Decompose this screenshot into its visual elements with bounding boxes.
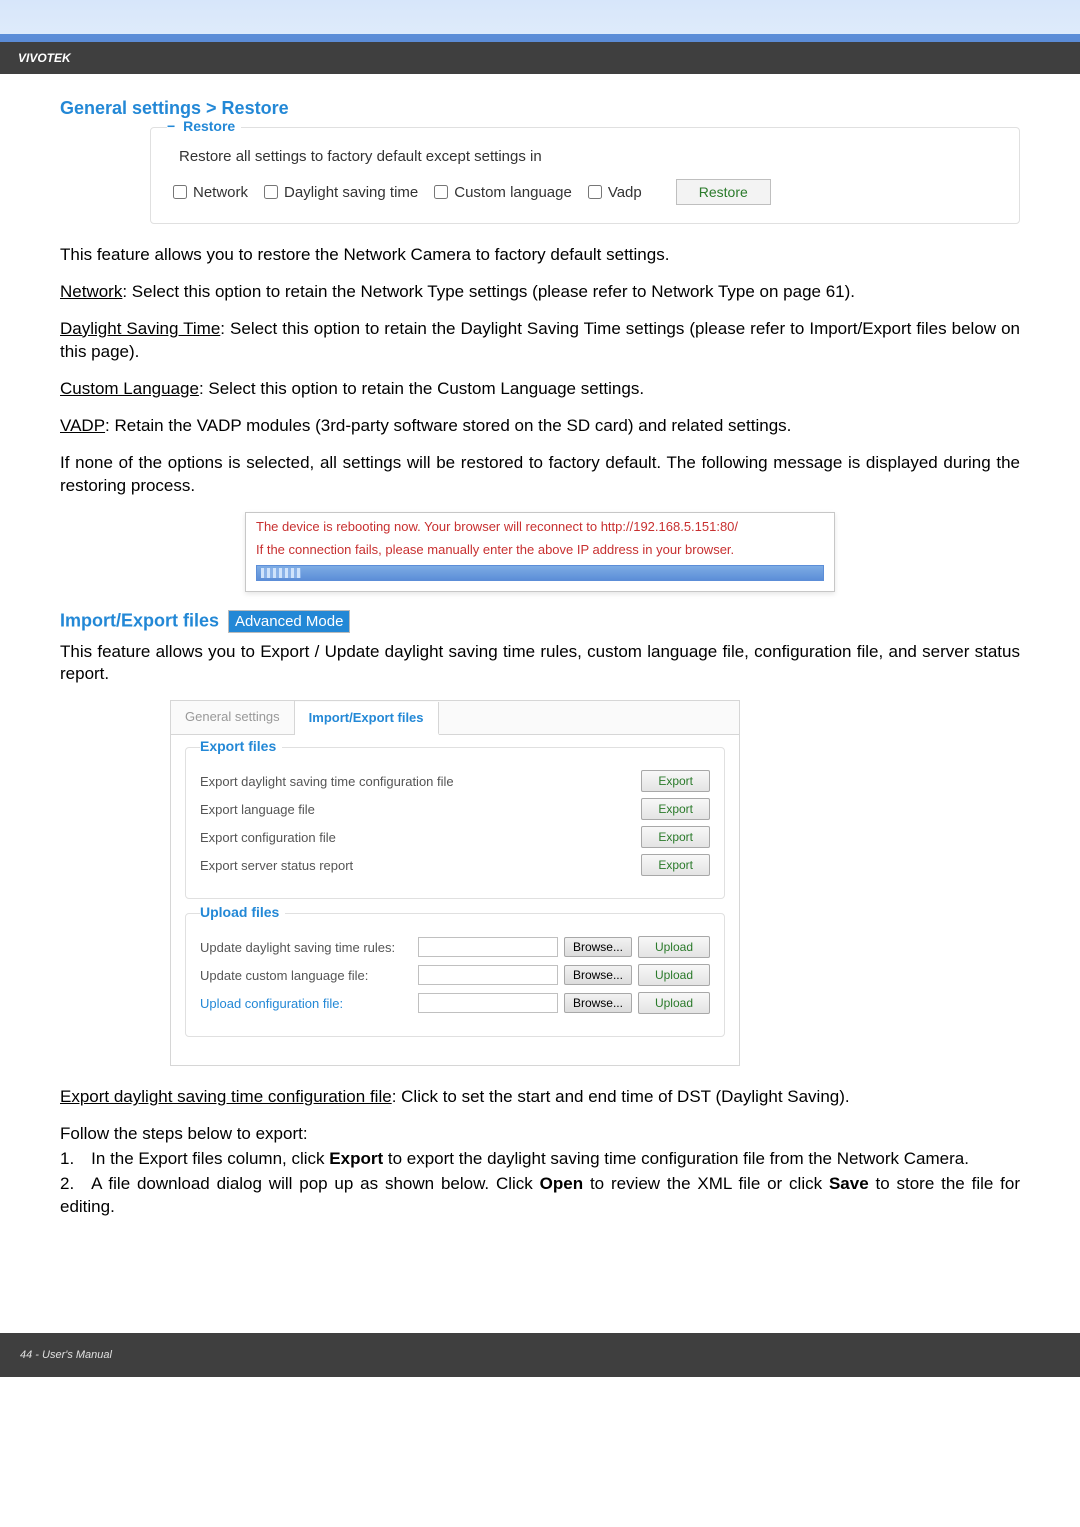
- para-vadp: VADP: Retain the VADP modules (3rd-party…: [60, 415, 1020, 438]
- export-btn-1[interactable]: Export: [641, 798, 710, 820]
- para-lang: Custom Language: Select this option to r…: [60, 378, 1020, 401]
- upload-files-legend: Upload files: [200, 904, 285, 920]
- file-input-1[interactable]: [418, 965, 558, 985]
- page-footer: 44 - User's Manual: [0, 1333, 1080, 1377]
- file-input-2[interactable]: [418, 993, 558, 1013]
- step2-mid: to review the XML file or click: [583, 1174, 829, 1193]
- chk-dst-label[interactable]: Daylight saving time: [264, 184, 418, 201]
- footer-text: 44 - User's Manual: [20, 1349, 112, 1361]
- chk-dst[interactable]: [264, 185, 278, 199]
- upload-row-1: Update custom language file: Browse... U…: [200, 964, 710, 986]
- reboot-message-box: The device is rebooting now. Your browse…: [245, 512, 835, 592]
- chk-vadp-label[interactable]: Vadp: [588, 184, 642, 201]
- ie-intro: This feature allows you to Export / Upda…: [60, 641, 1020, 687]
- para-feature-intro: This feature allows you to restore the N…: [60, 244, 1020, 267]
- para-dst: Daylight Saving Time: Select this option…: [60, 318, 1020, 364]
- ie-tab-content: Export files Export daylight saving time…: [171, 735, 739, 1065]
- restore-section-title: General settings > Restore: [60, 98, 1020, 119]
- upload-btn-1[interactable]: Upload: [638, 964, 710, 986]
- chk-lang-text: Custom language: [454, 184, 572, 201]
- label-lang: Custom Language: [60, 379, 199, 398]
- ie-tabs: General settings Import/Export files: [171, 701, 739, 735]
- step2-open: Open: [540, 1174, 583, 1193]
- restore-button[interactable]: Restore: [676, 179, 771, 205]
- restore-legend-text: Restore: [183, 118, 235, 134]
- restore-desc: Restore all settings to factory default …: [179, 148, 1003, 165]
- restore-legend: − Restore: [167, 118, 241, 134]
- step1-b: to export the daylight saving time confi…: [383, 1149, 969, 1168]
- browse-btn-2[interactable]: Browse...: [564, 993, 632, 1013]
- page-content: General settings > Restore − Restore Res…: [0, 98, 1080, 1273]
- restore-options-row: Network Daylight saving time Custom lang…: [173, 179, 1003, 205]
- chk-dst-text: Daylight saving time: [284, 184, 418, 201]
- ie-title-text: Import/Export files: [60, 610, 219, 630]
- top-gradient-strip: [0, 0, 1080, 42]
- ie-section-title: Import/Export files Advanced Mode: [60, 610, 1020, 633]
- para-lang-rest: : Select this option to retain the Custo…: [199, 379, 644, 398]
- reboot-line2: If the connection fails, please manually…: [246, 536, 834, 559]
- chk-network[interactable]: [173, 185, 187, 199]
- export-row-2: Export configuration file Export: [200, 826, 710, 848]
- upload-label-2: Upload configuration file:: [200, 996, 343, 1011]
- follow-steps: Follow the steps below to export:: [60, 1123, 1020, 1146]
- tab-import-export[interactable]: Import/Export files: [295, 702, 439, 735]
- export-dst-label: Export daylight saving time configuratio…: [60, 1087, 392, 1106]
- step-2: 2. A file download dialog will pop up as…: [60, 1173, 1020, 1219]
- chk-network-text: Network: [193, 184, 248, 201]
- export-label-0: Export daylight saving time configuratio…: [200, 774, 454, 789]
- step1-bold: Export: [329, 1149, 383, 1168]
- para-network-rest: : Select this option to retain the Netwo…: [122, 282, 855, 301]
- import-export-panel: General settings Import/Export files Exp…: [170, 700, 740, 1066]
- chk-vadp-text: Vadp: [608, 184, 642, 201]
- chk-network-label[interactable]: Network: [173, 184, 248, 201]
- upload-ctrl-0: Browse... Upload: [418, 936, 710, 958]
- upload-row-0: Update daylight saving time rules: Brows…: [200, 936, 710, 958]
- export-files-fieldset: Export files Export daylight saving time…: [185, 747, 725, 899]
- step2-save: Save: [829, 1174, 869, 1193]
- export-btn-2[interactable]: Export: [641, 826, 710, 848]
- upload-btn-2[interactable]: Upload: [638, 992, 710, 1014]
- chk-lang[interactable]: [434, 185, 448, 199]
- tab-general-settings[interactable]: General settings: [171, 701, 295, 734]
- reboot-progress-bar: [256, 565, 824, 581]
- upload-btn-0[interactable]: Upload: [638, 936, 710, 958]
- upload-files-fieldset: Upload files Update daylight saving time…: [185, 913, 725, 1037]
- upload-label-0: Update daylight saving time rules:: [200, 940, 395, 955]
- export-btn-0[interactable]: Export: [641, 770, 710, 792]
- export-btn-3[interactable]: Export: [641, 854, 710, 876]
- chk-lang-label[interactable]: Custom language: [434, 184, 572, 201]
- upload-row-2: Upload configuration file: Browse... Upl…: [200, 992, 710, 1014]
- file-input-0[interactable]: [418, 937, 558, 957]
- step1-a: 1. In the Export files column, click: [60, 1149, 329, 1168]
- upload-ctrl-2: Browse... Upload: [418, 992, 710, 1014]
- export-files-legend: Export files: [200, 738, 282, 754]
- restore-fieldset: − Restore Restore all settings to factor…: [150, 127, 1020, 224]
- para-network: Network: Select this option to retain th…: [60, 281, 1020, 304]
- export-dst-para: Export daylight saving time configuratio…: [60, 1086, 1020, 1109]
- para-none-selected: If none of the options is selected, all …: [60, 452, 1020, 498]
- browse-btn-1[interactable]: Browse...: [564, 965, 632, 985]
- step2-a: 2. A file download dialog will pop up as…: [60, 1174, 540, 1193]
- brand-text: VIVOTEK: [18, 51, 71, 65]
- label-vadp: VADP: [60, 416, 105, 435]
- step-1: 1. In the Export files column, click Exp…: [60, 1148, 1020, 1171]
- export-row-0: Export daylight saving time configuratio…: [200, 770, 710, 792]
- para-vadp-rest: : Retain the VADP modules (3rd-party sof…: [105, 416, 791, 435]
- advanced-mode-badge: Advanced Mode: [228, 610, 350, 633]
- export-label-2: Export configuration file: [200, 830, 336, 845]
- export-dst-rest: : Click to set the start and end time of…: [392, 1087, 850, 1106]
- export-row-1: Export language file Export: [200, 798, 710, 820]
- collapse-icon[interactable]: −: [167, 118, 175, 134]
- export-label-1: Export language file: [200, 802, 315, 817]
- export-label-3: Export server status report: [200, 858, 353, 873]
- label-network: Network: [60, 282, 122, 301]
- chk-vadp[interactable]: [588, 185, 602, 199]
- label-dst: Daylight Saving Time: [60, 319, 220, 338]
- reboot-line1: The device is rebooting now. Your browse…: [246, 513, 834, 536]
- upload-ctrl-1: Browse... Upload: [418, 964, 710, 986]
- upload-label-1: Update custom language file:: [200, 968, 368, 983]
- browse-btn-0[interactable]: Browse...: [564, 937, 632, 957]
- export-row-3: Export server status report Export: [200, 854, 710, 876]
- brand-header: VIVOTEK: [0, 42, 1080, 74]
